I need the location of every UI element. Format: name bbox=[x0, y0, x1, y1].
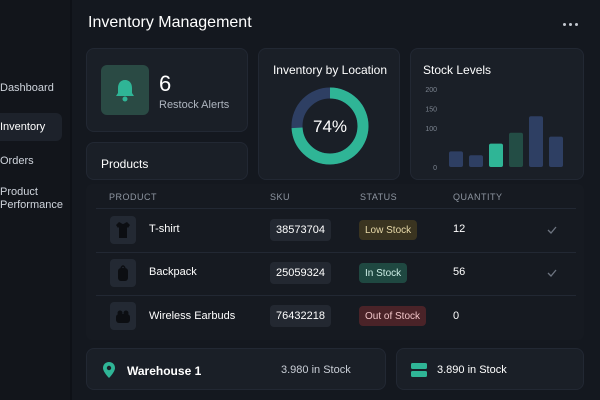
y-tick-label: 100 bbox=[425, 126, 437, 133]
sidebar-item-label: Product Performance bbox=[0, 186, 63, 211]
table-row-name[interactable]: T-shirt bbox=[149, 223, 180, 235]
more-options-icon[interactable] bbox=[562, 17, 578, 31]
inventory-location-card: Inventory by Location 74% bbox=[258, 48, 400, 180]
sku-badge: 38573704 bbox=[270, 219, 331, 241]
status-badge: Low Stock bbox=[359, 220, 418, 240]
total-stock-card[interactable]: 3.890 in Stock bbox=[396, 348, 584, 390]
location-pin-icon bbox=[103, 362, 115, 378]
stock-bar[interactable] bbox=[489, 143, 503, 167]
table-header-sku: SKU bbox=[270, 192, 291, 202]
stock-bar[interactable] bbox=[449, 151, 463, 167]
sku-badge: 25059324 bbox=[270, 262, 331, 284]
sidebar-item-label: Orders bbox=[0, 155, 34, 167]
divider bbox=[96, 252, 576, 253]
restock-alerts-card[interactable]: 6 Restock Alerts bbox=[86, 48, 248, 132]
stock-bar[interactable] bbox=[509, 132, 523, 167]
sidebar-item-label: Inventory bbox=[0, 120, 46, 133]
products-title: Products bbox=[101, 157, 149, 171]
divider bbox=[96, 208, 576, 209]
total-stock: 3.890 in Stock bbox=[437, 364, 507, 376]
status-badge: In Stock bbox=[359, 263, 408, 283]
stock-title: Stock Levels bbox=[423, 63, 492, 77]
status-badge: Out of Stock bbox=[359, 306, 427, 326]
table-header-quantity: QUANTITY bbox=[453, 192, 503, 202]
warehouse-stock: 3.980 in Stock bbox=[281, 364, 351, 376]
stock-bar[interactable] bbox=[529, 116, 543, 167]
warehouse-card[interactable]: Warehouse 1 3.980 in Stock bbox=[86, 348, 386, 390]
warehouse-name: Warehouse 1 bbox=[127, 364, 202, 378]
sidebar: Dashboard Inventory Orders Product Perfo… bbox=[0, 0, 70, 400]
alerts-label: Restock Alerts bbox=[159, 99, 230, 111]
table-header-product: PRODUCT bbox=[109, 192, 157, 202]
check-icon[interactable] bbox=[546, 267, 558, 279]
products-card: Products bbox=[86, 142, 248, 180]
y-tick-label: 150 bbox=[425, 107, 437, 114]
sku-badge: 76432218 bbox=[270, 305, 331, 327]
divider bbox=[96, 295, 576, 296]
sidebar-item-inventory[interactable]: Inventory bbox=[0, 113, 62, 141]
stock-bar[interactable] bbox=[469, 155, 483, 167]
backpack-thumbnail bbox=[110, 259, 136, 287]
stock-levels-card: Stock Levels 200 150 100 0 bbox=[410, 48, 584, 180]
stock-levels-chart: 200 150 100 0 bbox=[425, 87, 563, 172]
table-row-name[interactable]: Backpack bbox=[149, 266, 197, 278]
table-row-name[interactable]: Wireless Earbuds bbox=[149, 310, 235, 322]
storage-icon bbox=[411, 363, 427, 377]
table-row-qty: 56 bbox=[453, 266, 466, 278]
bell-icon bbox=[101, 65, 149, 115]
alerts-count: 6 bbox=[159, 71, 172, 96]
tshirt-thumbnail bbox=[110, 216, 136, 244]
y-tick-label: 0 bbox=[433, 165, 437, 172]
earbuds-thumbnail bbox=[110, 302, 136, 330]
page-title: Inventory Management bbox=[88, 14, 252, 31]
location-title: Inventory by Location bbox=[272, 63, 388, 77]
sidebar-item-orders[interactable]: Orders bbox=[0, 155, 34, 168]
table-row-qty: 0 bbox=[453, 310, 460, 322]
stock-bar[interactable] bbox=[549, 136, 563, 167]
table-row-qty: 12 bbox=[453, 223, 466, 235]
y-tick-label: 200 bbox=[425, 87, 437, 94]
table-header-status: STATUS bbox=[360, 192, 398, 202]
sidebar-item-label: Dashboard bbox=[0, 82, 54, 94]
check-icon[interactable] bbox=[546, 224, 558, 236]
sidebar-item-dashboard[interactable]: Dashboard bbox=[0, 82, 54, 95]
donut-percent: 74% bbox=[312, 117, 348, 136]
sidebar-item-product-performance[interactable]: Product Performance bbox=[0, 186, 66, 212]
